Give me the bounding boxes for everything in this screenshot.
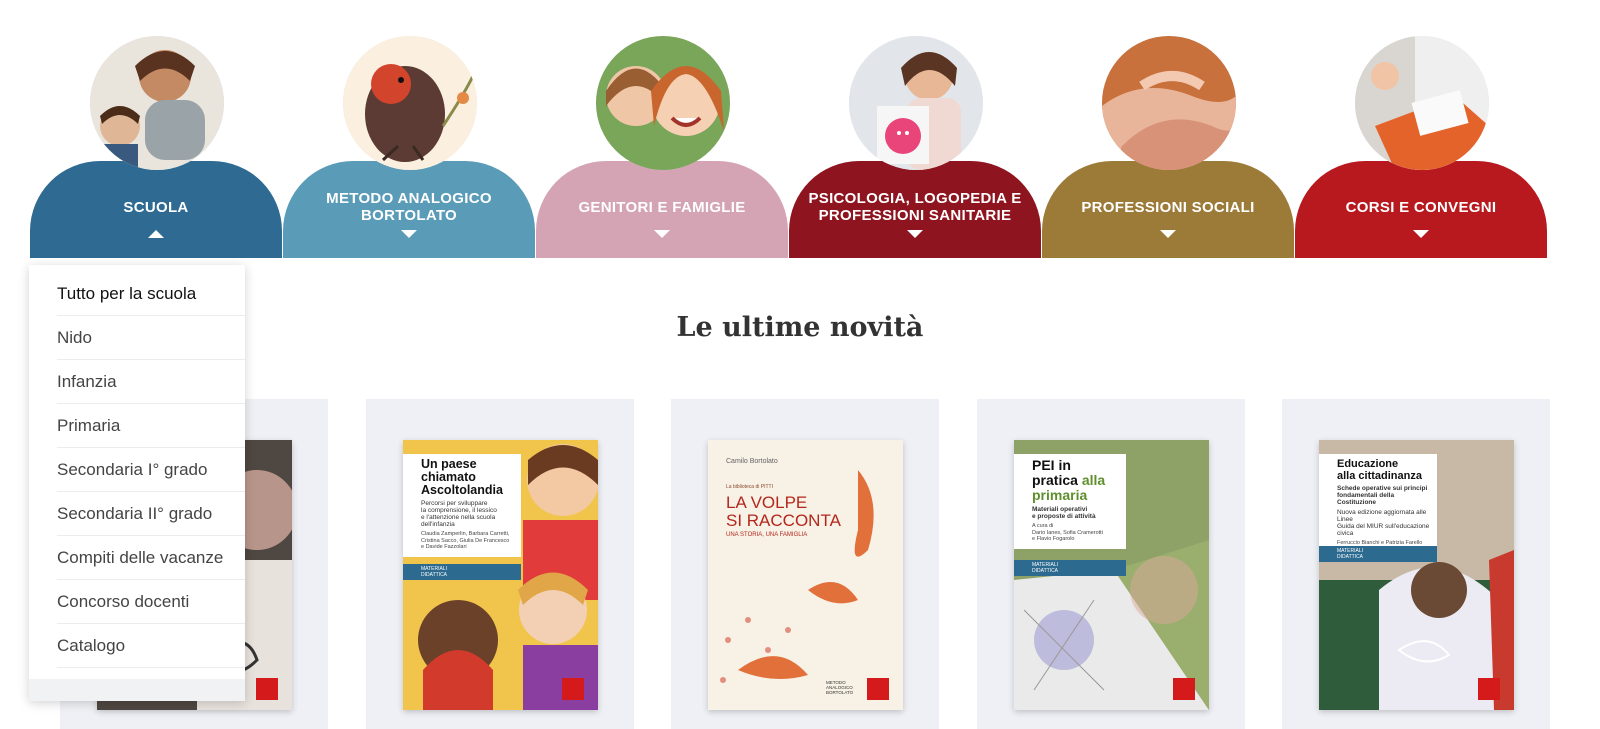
tab-label: GENITORI E FAMIGLIE (578, 198, 746, 216)
tab-genitori-famiglie[interactable]: GENITORI E FAMIGLIE (536, 36, 788, 258)
scuola-photo (90, 36, 224, 170)
book-card[interactable]: Educazione alla cittadinanza Schede oper… (1282, 399, 1550, 729)
publisher-logo (256, 678, 278, 700)
tab-metodo-analogico[interactable]: METODO ANALOGICO BORTOLATO (283, 36, 535, 258)
publisher-logo (1478, 678, 1500, 700)
book-title: Un paese chiamato Ascoltolandia (421, 457, 503, 497)
book-title: LA VOLPE SI RACCONTA (726, 493, 841, 530)
book-subtitle: Percorsi per sviluppare la comprensione,… (421, 500, 497, 528)
cover-title-box: Un paese chiamato Ascoltolandia Percorsi… (403, 454, 521, 557)
menu-item-secondaria-primo-grado[interactable]: Secondaria I° grado (57, 448, 245, 492)
book-card[interactable]: PEI in pratica alla primaria Materiali o… (977, 399, 1245, 729)
menu-item-secondaria-secondo-grado[interactable]: Secondaria II° grado (57, 492, 245, 536)
publisher-logo (562, 678, 584, 700)
scuola-dropdown-menu: Tutto per la scuola Nido Infanzia Primar… (29, 265, 245, 701)
series-band: MATERIALI DIDATTICA (1014, 560, 1126, 576)
chevron-down-icon (1160, 230, 1176, 238)
tab-corsi-body[interactable]: CORSI E CONVEGNI (1295, 161, 1547, 258)
tab-psicologia-body[interactable]: PSICOLOGIA, LOGOPEDIA E PROFESSIONI SANI… (789, 161, 1041, 258)
tab-psicologia[interactable]: PSICOLOGIA, LOGOPEDIA E PROFESSIONI SANI… (789, 36, 1041, 258)
chevron-down-icon (654, 230, 670, 238)
tab-professioni-body[interactable]: PROFESSIONI SOCIALI (1042, 161, 1294, 258)
menu-item-infanzia[interactable]: Infanzia (57, 360, 245, 404)
tab-scuola[interactable]: SCUOLA (30, 36, 282, 258)
cover-author: Camilo Bortolato (726, 458, 778, 465)
book-title: Educazione alla cittadinanza (1337, 458, 1422, 482)
tab-label: CORSI E CONVEGNI (1345, 198, 1497, 216)
series-band: MATERIALI DIDATTICA (1319, 546, 1437, 562)
book-subtitle: Schede operative sui principi fondamenta… (1337, 485, 1428, 506)
menu-item-catalogo[interactable]: Catalogo (57, 624, 245, 668)
tab-label: SCUOLA (123, 198, 189, 216)
menu-item-compiti-vacanze[interactable]: Compiti delle vacanze (57, 536, 245, 580)
menu-item-tutto-per-la-scuola[interactable]: Tutto per la scuola (57, 272, 245, 316)
brand-mark: METODO ANALOGICO BORTOLATO (826, 680, 854, 695)
tab-metodo-body[interactable]: METODO ANALOGICO BORTOLATO (283, 161, 535, 258)
book-cover[interactable]: PEI in pratica alla primaria Materiali o… (1014, 440, 1209, 710)
tab-scuola-body[interactable]: SCUOLA (30, 161, 282, 258)
cover-title-box: Educazione alla cittadinanza Schede oper… (1319, 454, 1437, 553)
tab-label: PSICOLOGIA, LOGOPEDIA E PROFESSIONI SANI… (808, 190, 1022, 224)
chevron-down-icon (907, 230, 923, 238)
cover-title-box: PEI in pratica alla primaria Materiali o… (1014, 454, 1126, 549)
book-title: PEI in pratica (1032, 457, 1078, 488)
tab-genitori-body[interactable]: GENITORI E FAMIGLIE (536, 161, 788, 258)
chevron-down-icon (1413, 230, 1429, 238)
book-cover[interactable]: Educazione alla cittadinanza Schede oper… (1319, 440, 1514, 710)
series-band: MATERIALI DIDATTICA (403, 564, 521, 580)
book-subtitle: Materiali operativi e proposte di attivi… (1032, 506, 1096, 520)
book-authors: A cura di Dario Ianes, Sofia Cramerotti … (1032, 523, 1103, 542)
book-cover[interactable]: Camilo Bortolato La biblioteca di PITTI … (708, 440, 903, 710)
book-card[interactable]: Un paese chiamato Ascoltolandia Percorsi… (366, 399, 634, 729)
children-photo (596, 36, 730, 170)
book-subtitle: UNA STORIA, UNA FAMIGLIA (726, 532, 808, 538)
book-note: Nuova edizione aggiornata alle Linee Gui… (1337, 509, 1430, 537)
book-card[interactable]: Camilo Bortolato La biblioteca di PITTI … (671, 399, 939, 729)
menu-item-concorso-docenti[interactable]: Concorso docenti (57, 580, 245, 624)
publisher-logo (867, 678, 889, 700)
book-cover[interactable]: Un paese chiamato Ascoltolandia Percorsi… (403, 440, 598, 710)
tab-professioni-sociali[interactable]: PROFESSIONI SOCIALI (1042, 36, 1294, 258)
cover-collection: La biblioteca di PITTI (726, 484, 773, 490)
tab-label: PROFESSIONI SOCIALI (1081, 198, 1255, 216)
chevron-up-icon (148, 230, 164, 238)
chevron-down-icon (401, 230, 417, 238)
book-authors: Claudia Zamperlin, Barbara Carretti, Cri… (421, 531, 510, 550)
book-title-wrap: PEI in pratica alla primaria (1032, 458, 1121, 503)
menu-item-primaria[interactable]: Primaria (57, 404, 245, 448)
conference-photo (1355, 36, 1489, 170)
therapist-photo (849, 36, 983, 170)
tab-label: METODO ANALOGICO BORTOLATO (326, 190, 492, 224)
menu-item-nido[interactable]: Nido (57, 316, 245, 360)
robin-illustration (343, 36, 477, 170)
dropdown-footer (29, 679, 245, 701)
tab-corsi-convegni[interactable]: CORSI E CONVEGNI (1295, 36, 1547, 258)
hands-photo (1102, 36, 1236, 170)
publisher-logo (1173, 678, 1195, 700)
